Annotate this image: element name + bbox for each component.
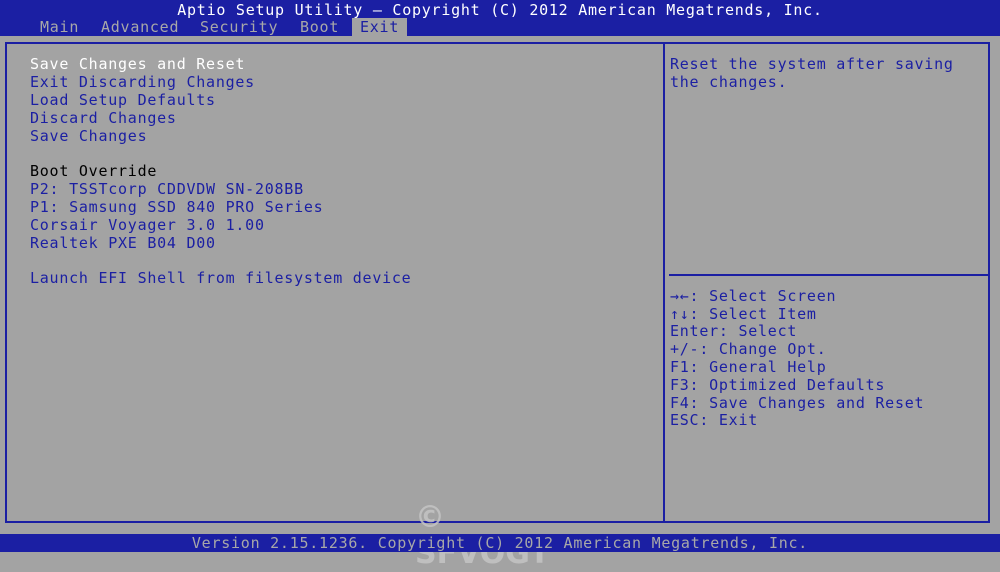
menu-item-launch-efi-shell[interactable]: Launch EFI Shell from filesystem device	[30, 269, 411, 287]
panel-divider-vertical	[663, 42, 665, 523]
key-help-change-opt: +/-: Change Opt.	[670, 340, 827, 358]
tab-boot[interactable]: Boot	[300, 18, 339, 36]
tab-exit[interactable]: Exit	[352, 18, 408, 36]
tab-bar: Main Advanced Security Boot Exit	[0, 18, 1000, 36]
window-title: Aptio Setup Utility – Copyright (C) 2012…	[0, 0, 1000, 19]
key-help-f4: F4: Save Changes and Reset	[670, 394, 925, 412]
menu-item-save-changes-and-reset[interactable]: Save Changes and Reset	[30, 55, 245, 73]
menu-item-discard-changes[interactable]: Discard Changes	[30, 109, 177, 127]
key-help-f3: F3: Optimized Defaults	[670, 376, 886, 394]
menu-item-load-setup-defaults[interactable]: Load Setup Defaults	[30, 91, 216, 109]
boot-item-ssd[interactable]: P1: Samsung SSD 840 PRO Series	[30, 198, 323, 216]
help-divider-horizontal	[669, 274, 990, 276]
key-help-select-screen: →←: Select Screen	[670, 287, 837, 305]
boot-item-cdrom[interactable]: P2: TSSTcorp CDDVDW SN-208BB	[30, 180, 304, 198]
boot-item-pxe[interactable]: Realtek PXE B04 D00	[30, 234, 216, 252]
menu-item-exit-discarding-changes[interactable]: Exit Discarding Changes	[30, 73, 255, 91]
menu-item-save-changes[interactable]: Save Changes	[30, 127, 147, 145]
key-help-f1: F1: General Help	[670, 358, 827, 376]
watermark-logo: © SFVOGT	[415, 500, 550, 571]
tab-security[interactable]: Security	[200, 18, 278, 36]
key-help-select-item: ↑↓: Select Item	[670, 305, 817, 323]
key-help-esc: ESC: Exit	[670, 411, 759, 429]
help-description: Reset the system after saving the change…	[670, 55, 964, 91]
tab-advanced[interactable]: Advanced	[101, 18, 179, 36]
boot-override-header: Boot Override	[30, 162, 158, 180]
boot-item-usb[interactable]: Corsair Voyager 3.0 1.00	[30, 216, 265, 234]
version-footer: Version 2.15.1236. Copyright (C) 2012 Am…	[0, 534, 1000, 552]
key-help-enter: Enter: Select	[670, 322, 798, 340]
tab-main[interactable]: Main	[40, 18, 79, 36]
